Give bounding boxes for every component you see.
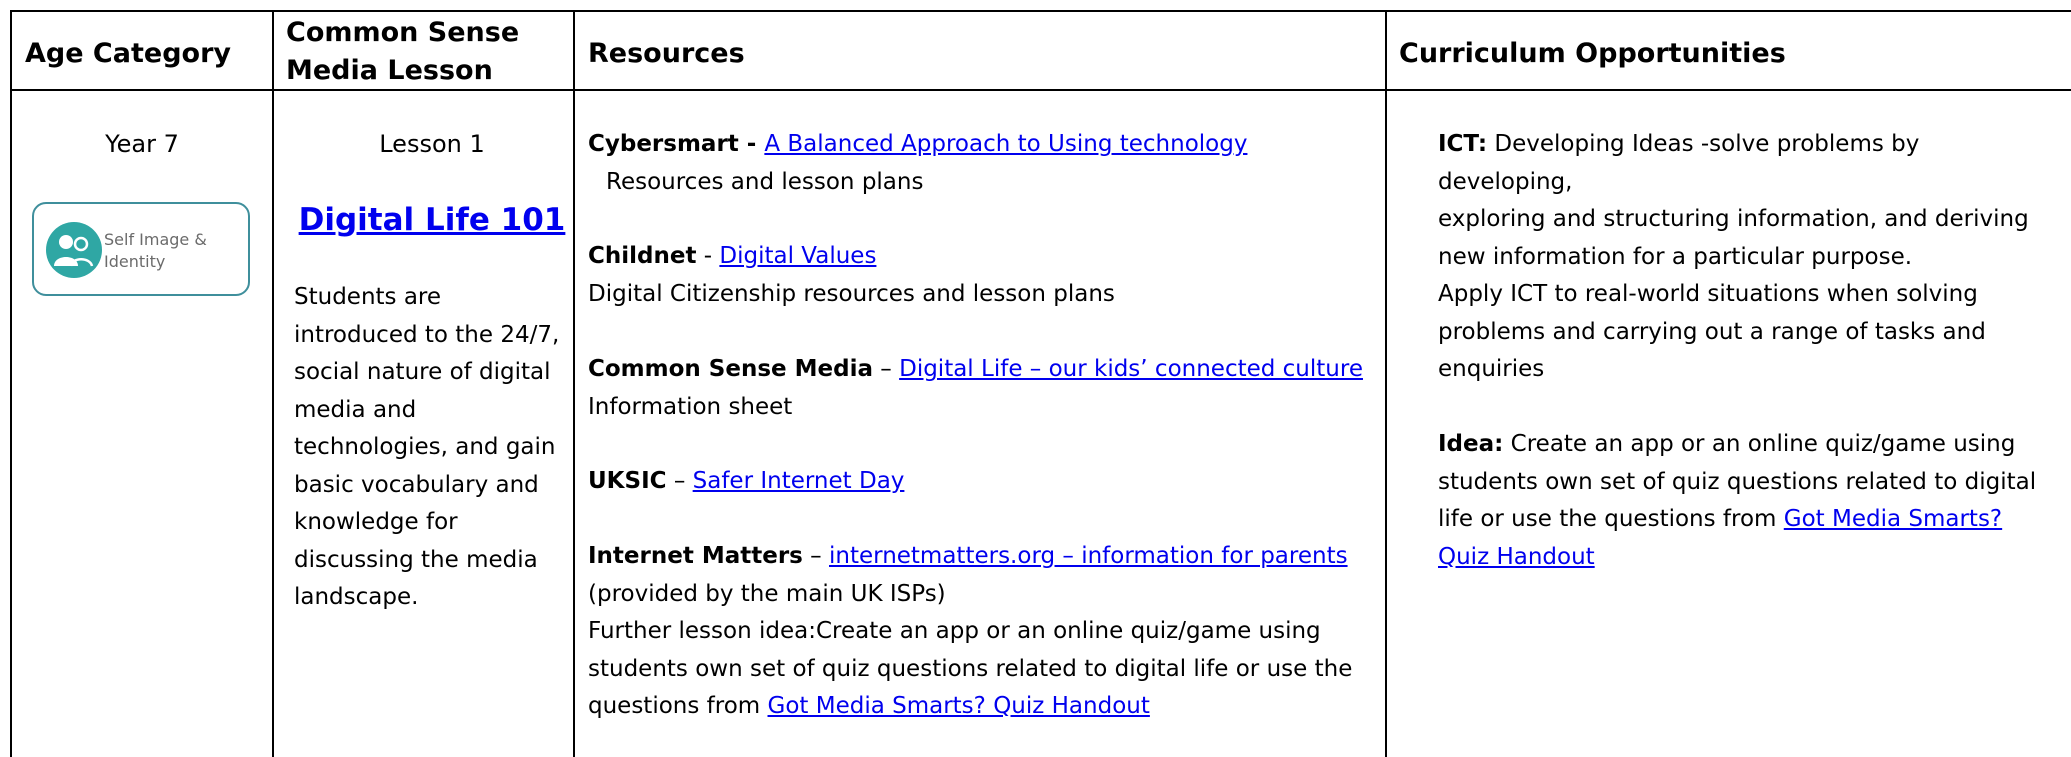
desc-line: Students are (294, 284, 442, 310)
left-border (10, 10, 12, 757)
year-label: Year 7 (105, 130, 179, 158)
ict-text: Developing Ideas -solve problems by deve… (1438, 131, 1920, 195)
uksic-line: UKSIC – Safer Internet Day (588, 463, 1378, 501)
curriculum-idea: Idea: Create an app or an online quiz/ga… (1438, 426, 2058, 576)
header-lesson-line1: Common Sense (286, 17, 520, 48)
childnet-desc: Digital Citizenship resources and lesson… (588, 280, 1115, 307)
self-image-identity-badge: Self Image & Identity (32, 202, 250, 296)
separator: - (738, 131, 765, 157)
idea-label: Idea: (1438, 431, 1504, 457)
apply-line2: problems and carrying out a range of tas… (1438, 318, 1986, 345)
curriculum-apply: Apply ICT to real-world situations when … (1438, 276, 2058, 389)
resource-cybersmart: Cybersmart - A Balanced Approach to Usin… (588, 126, 1378, 201)
further-idea-line3: questions from Got Media Smarts? Quiz Ha… (588, 688, 1378, 726)
desc-line: social nature of digital (294, 359, 551, 385)
separator: – (872, 356, 900, 382)
ict-line1: ICT: Developing Ideas -solve problems by… (1438, 126, 2058, 201)
lesson-number: Lesson 1 (379, 130, 485, 158)
idea-line2: students own set of quiz questions relat… (1438, 468, 2037, 495)
resource-uksic: UKSIC – Safer Internet Day (588, 463, 1378, 501)
further-prefix: questions from (588, 693, 768, 719)
idea-quiz-link-part1[interactable]: Got Media Smarts? (1784, 506, 2002, 532)
resource-internet-matters: Internet Matters – internetmatters.org –… (588, 538, 1378, 726)
people-silhouette-icon (46, 222, 102, 278)
uksic-link[interactable]: Safer Internet Day (693, 468, 905, 494)
idea-prefix: life or use the questions from (1438, 506, 1784, 532)
desc-line: discussing the media (294, 546, 538, 573)
resource-childnet: Childnet - Digital Values Digital Citize… (588, 238, 1378, 313)
lesson-title[interactable]: Digital Life 101 (272, 198, 592, 242)
col-divider-3 (1385, 10, 1387, 757)
idea-line1: Idea: Create an app or an online quiz/ga… (1438, 426, 2058, 464)
ict-line3: new information for a particular purpose… (1438, 243, 1913, 270)
resource-common-sense-media: Common Sense Media – Digital Life – our … (588, 351, 1378, 426)
curriculum-ict: ICT: Developing Ideas -solve problems by… (1438, 126, 2058, 276)
cybersmart-link[interactable]: A Balanced Approach to Using technology (764, 131, 1247, 157)
im-org: Internet Matters (588, 543, 803, 569)
quiz-handout-link[interactable]: Got Media Smarts? Quiz Handout (768, 693, 1150, 719)
csm-link[interactable]: Digital Life – our kids’ connected cultu… (899, 356, 1363, 382)
csm-org: Common Sense Media (588, 356, 873, 382)
header-resources: Resources (588, 38, 745, 69)
apply-line1: Apply ICT to real-world situations when … (1438, 281, 1978, 307)
lesson-title-link[interactable]: Digital Life 101 (299, 202, 566, 238)
uksic-org: UKSIC (588, 468, 667, 494)
csm-line: Common Sense Media – Digital Life – our … (588, 351, 1378, 389)
apply-line3: enquiries (1438, 356, 1545, 382)
header-age-category: Age Category (25, 38, 231, 69)
idea-text: Create an app or an online quiz/game usi… (1503, 431, 2016, 457)
header-lesson: Common Sense Media Lesson (286, 14, 519, 90)
badge-label-line2: Identity (104, 252, 166, 271)
header-lesson-line2: Media Lesson (286, 55, 493, 86)
cybersmart-org: Cybersmart (588, 131, 739, 157)
ict-label: ICT: (1438, 131, 1488, 157)
separator: – (802, 543, 829, 569)
further-idea-line1: Further lesson idea:Create an app or an … (588, 618, 1321, 644)
badge-label: Self Image & Identity (104, 229, 207, 273)
desc-line: basic vocabulary and (294, 471, 539, 498)
im-desc: (provided by the main UK ISPs) (588, 580, 946, 607)
separator: – (666, 468, 693, 494)
idea-line4: Quiz Handout (1438, 539, 2058, 577)
desc-line: knowledge for (294, 509, 458, 535)
further-idea-line2: students own set of quiz questions relat… (588, 655, 1353, 682)
col-divider-2 (573, 10, 575, 757)
cybersmart-line: Cybersmart - A Balanced Approach to Usin… (588, 126, 1378, 164)
ict-line2: exploring and structuring information, a… (1438, 206, 2029, 232)
childnet-org: Childnet (588, 243, 697, 269)
im-link[interactable]: internetmatters.org – information for pa… (829, 543, 1348, 569)
badge-label-line1: Self Image & (104, 230, 207, 249)
desc-line: landscape. (294, 584, 419, 610)
separator: - (696, 243, 720, 269)
cybersmart-desc: Resources and lesson plans (606, 168, 924, 195)
header-curriculum: Curriculum Opportunities (1399, 38, 1786, 69)
im-line: Internet Matters – internetmatters.org –… (588, 538, 1378, 576)
idea-quiz-link-part2[interactable]: Quiz Handout (1438, 544, 1595, 570)
childnet-line: Childnet - Digital Values (588, 238, 1378, 276)
table-top-border (10, 10, 2071, 12)
desc-line: technologies, and gain (294, 434, 556, 460)
idea-line3: life or use the questions from Got Media… (1438, 501, 2058, 539)
childnet-link[interactable]: Digital Values (719, 243, 876, 269)
col-divider-1 (272, 10, 274, 757)
desc-line: media and (294, 396, 417, 423)
desc-line: introduced to the 24/7, (294, 321, 560, 348)
lesson-description: Students are introduced to the 24/7, soc… (294, 279, 564, 617)
csm-desc: Information sheet (588, 393, 793, 420)
